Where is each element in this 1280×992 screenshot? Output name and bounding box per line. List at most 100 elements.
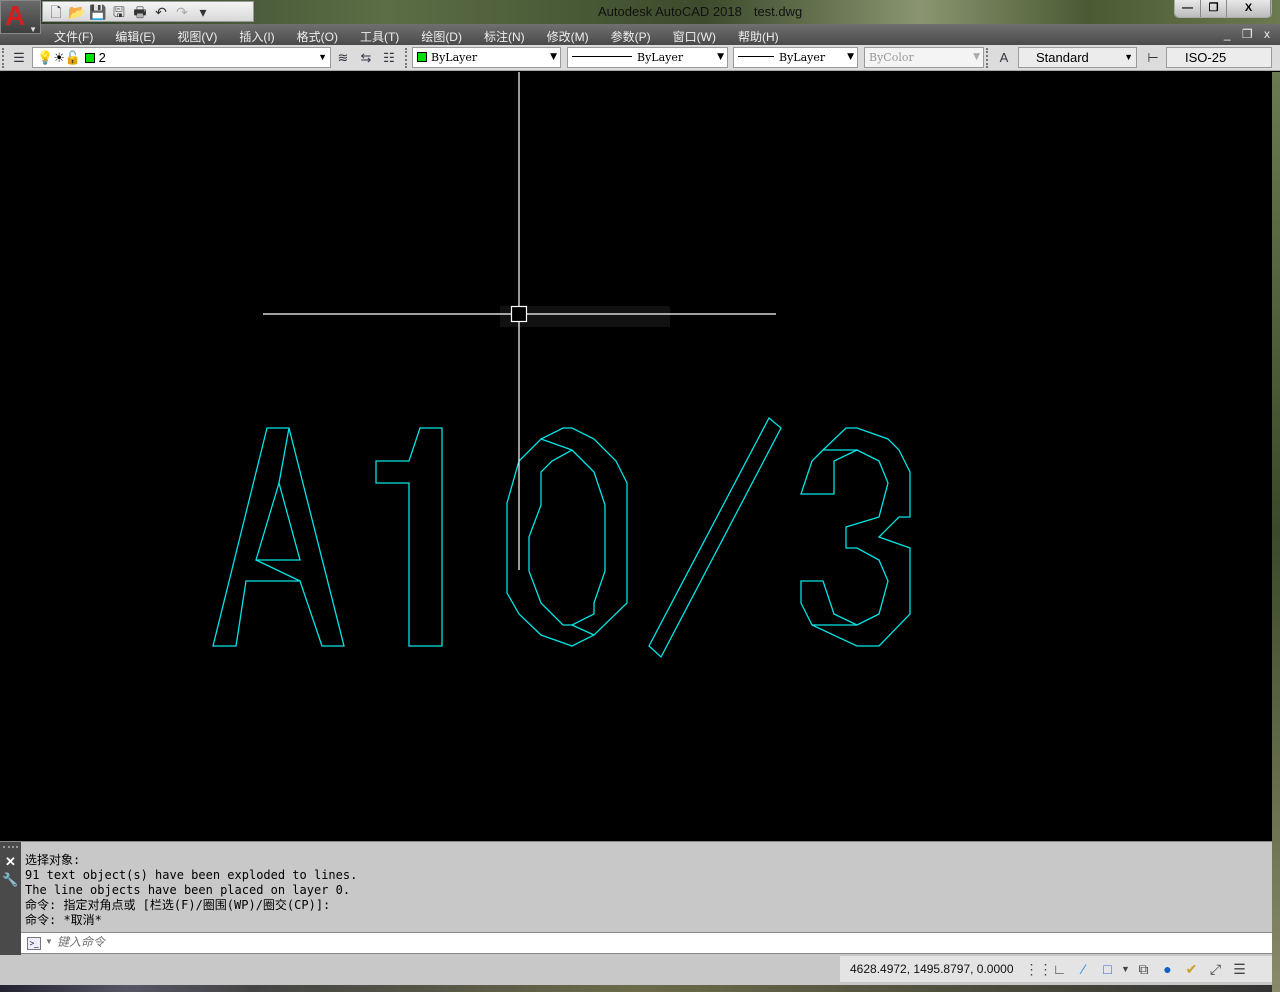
menu-format[interactable]: 格式(O) bbox=[286, 24, 349, 45]
undo-icon[interactable]: ↶ bbox=[152, 4, 170, 20]
app-title: Autodesk AutoCAD 2018 bbox=[598, 4, 742, 19]
desktop-edge bbox=[1272, 72, 1280, 992]
application-menu-button[interactable]: A ▼ bbox=[0, 0, 41, 34]
glyph-a-counter[interactable] bbox=[255, 480, 301, 561]
drawing-canvas[interactable] bbox=[0, 72, 1272, 840]
annotation-icon[interactable]: ⧉ bbox=[1133, 959, 1155, 979]
glyph-1-outline[interactable] bbox=[375, 427, 443, 647]
chevron-down-icon[interactable]: ▼ bbox=[1121, 959, 1131, 979]
save-as-icon[interactable]: 🖫 bbox=[110, 4, 128, 20]
glyph-slash-outline[interactable] bbox=[648, 416, 782, 659]
drag-grip[interactable] bbox=[3, 846, 18, 854]
glyph-0-outer[interactable] bbox=[506, 427, 628, 647]
history-line: The line objects have been placed on lay… bbox=[25, 883, 351, 897]
text-style-icon[interactable]: A bbox=[995, 49, 1013, 67]
plot-icon[interactable]: 🖶 bbox=[131, 4, 149, 20]
history-line: 选择对象: bbox=[25, 853, 81, 867]
dimension-style-value: ISO-25 bbox=[1185, 50, 1227, 65]
glyph-a-edge[interactable] bbox=[278, 427, 290, 484]
ortho-icon[interactable]: ∟ bbox=[1049, 959, 1071, 979]
file-name: test.dwg bbox=[753, 4, 803, 19]
lineweight-preview bbox=[738, 56, 774, 57]
menu-help[interactable]: 帮助(H) bbox=[727, 24, 790, 45]
chevron-down-icon[interactable]: ▼ bbox=[45, 937, 53, 946]
object-snap-icon[interactable]: □ bbox=[1097, 959, 1119, 979]
menu-edit[interactable]: 编辑(E) bbox=[104, 24, 166, 45]
chevron-down-icon: ▼ bbox=[1124, 52, 1133, 62]
menu-bar: 文件(F) 编辑(E) 视图(V) 插入(I) 格式(O) 工具(T) 绘图(D… bbox=[0, 24, 1280, 45]
layer-dropdown[interactable]: 💡☀🔓 2 ▼ bbox=[32, 47, 331, 68]
chevron-down-icon: ▼ bbox=[847, 52, 854, 62]
plotstyle-value: ByColor bbox=[869, 51, 914, 64]
lineweight-value: ByLayer bbox=[779, 51, 826, 64]
close-icon[interactable]: ✕ bbox=[0, 854, 21, 870]
document-window-controls[interactable]: _ ❐ x bbox=[1224, 27, 1274, 41]
linetype-value: ByLayer bbox=[637, 51, 684, 64]
menu-modify[interactable]: 修改(M) bbox=[536, 24, 600, 45]
save-icon[interactable]: 💾 bbox=[89, 4, 107, 20]
dimension-style-dropdown[interactable]: ISO-25 bbox=[1166, 47, 1272, 68]
close-button[interactable]: X bbox=[1227, 0, 1271, 17]
layer-previous-icon[interactable]: ⇆ bbox=[357, 49, 375, 67]
color-dropdown[interactable]: ByLayer ▼ bbox=[412, 47, 561, 68]
lock-icon: 🔓 bbox=[64, 50, 82, 65]
fullscreen-icon[interactable]: ⤢ bbox=[1205, 959, 1227, 979]
status-tray: 4628.4972, 1495.8797, 0.0000 ⋮⋮ ∟ ⁄ □ ▼ … bbox=[840, 956, 1272, 982]
chevron-down-icon: ▼ bbox=[318, 52, 327, 62]
history-line: 命令: *取消* bbox=[25, 913, 102, 927]
layer-color-swatch bbox=[84, 53, 95, 63]
color-value: ByLayer bbox=[431, 51, 478, 64]
menu-dimension[interactable]: 标注(N) bbox=[473, 24, 536, 45]
text-style-dropdown[interactable]: Standard ▼ bbox=[1018, 47, 1137, 68]
chevron-down-icon: ▼ bbox=[717, 52, 724, 62]
glyph-a-outline[interactable] bbox=[212, 427, 345, 647]
menu-file[interactable]: 文件(F) bbox=[43, 24, 104, 45]
restore-button[interactable]: ❐ bbox=[1201, 0, 1227, 17]
redo-icon[interactable]: ↷ bbox=[173, 4, 191, 20]
properties-toolbar: ☰ 💡☀🔓 2 ▼ ≋ ⇆ ☷ ByLayer ▼ ByLayer ▼ ByLayer… bbox=[0, 45, 1280, 71]
toolbar-grip[interactable] bbox=[2, 48, 6, 68]
wrench-icon[interactable]: 🔧 bbox=[0, 872, 21, 888]
menu-tools[interactable]: 工具(T) bbox=[349, 24, 410, 45]
new-icon[interactable]: 🗋 bbox=[47, 4, 65, 20]
isolate-objects-icon[interactable]: ● bbox=[1157, 959, 1179, 979]
polar-tracking-icon[interactable]: ⁄ bbox=[1073, 959, 1095, 979]
glyph-0-edge[interactable] bbox=[571, 624, 595, 636]
status-bar: 4628.4972, 1495.8797, 0.0000 ⋮⋮ ∟ ⁄ □ ▼ … bbox=[0, 955, 1272, 985]
toolbar-grip[interactable] bbox=[405, 48, 409, 68]
minimize-button[interactable]: — bbox=[1175, 0, 1201, 17]
menu-parametric[interactable]: 参数(P) bbox=[600, 24, 662, 45]
chevron-down-icon: ▼ bbox=[973, 52, 980, 62]
glyph-a-edge[interactable] bbox=[255, 559, 301, 582]
layer-properties-icon[interactable]: ☰ bbox=[10, 49, 28, 67]
chevron-down-icon: ▼ bbox=[29, 25, 37, 34]
customize-icon[interactable]: ▾ bbox=[194, 4, 212, 20]
lightbulb-icon: 💡 bbox=[37, 50, 54, 65]
workspace-icon[interactable]: ✔ bbox=[1181, 959, 1203, 979]
command-prompt-icon[interactable]: >_ bbox=[27, 937, 41, 950]
menu-window[interactable]: 窗口(W) bbox=[662, 24, 727, 45]
drawing-svg bbox=[212, 72, 911, 659]
make-current-layer-icon[interactable]: ≋ bbox=[334, 49, 352, 67]
chevron-down-icon: ▼ bbox=[550, 52, 557, 62]
menu-draw[interactable]: 绘图(D) bbox=[410, 24, 473, 45]
coordinate-readout[interactable]: 4628.4972, 1495.8797, 0.0000 bbox=[840, 962, 1024, 976]
glyph-3-outline[interactable] bbox=[800, 427, 911, 647]
glyph-0-edge[interactable] bbox=[540, 438, 573, 451]
toolbar-grip[interactable] bbox=[986, 48, 990, 68]
lineweight-dropdown[interactable]: ByLayer ▼ bbox=[733, 47, 858, 68]
layer-states-icon[interactable]: ☷ bbox=[380, 49, 398, 67]
window-controls: — ❐ X bbox=[1174, 0, 1272, 18]
plotstyle-dropdown: ByColor ▼ bbox=[864, 47, 984, 68]
menu-insert[interactable]: 插入(I) bbox=[228, 24, 285, 45]
command-input[interactable] bbox=[57, 935, 457, 949]
glyph-0-inner[interactable] bbox=[528, 449, 606, 626]
grid-icon[interactable]: ⋮⋮ bbox=[1025, 959, 1053, 979]
open-icon[interactable]: 📂 bbox=[68, 4, 86, 20]
linetype-dropdown[interactable]: ByLayer ▼ bbox=[567, 47, 728, 68]
pickbox-cursor bbox=[510, 305, 528, 323]
menu-icon[interactable]: ☰ bbox=[1229, 959, 1251, 979]
menu-view[interactable]: 视图(V) bbox=[166, 24, 228, 45]
quick-access-toolbar: 🗋 📂 💾 🖫 🖶 ↶ ↷ ▾ bbox=[42, 1, 254, 22]
dimension-style-icon[interactable]: ⊢ bbox=[1144, 49, 1162, 67]
